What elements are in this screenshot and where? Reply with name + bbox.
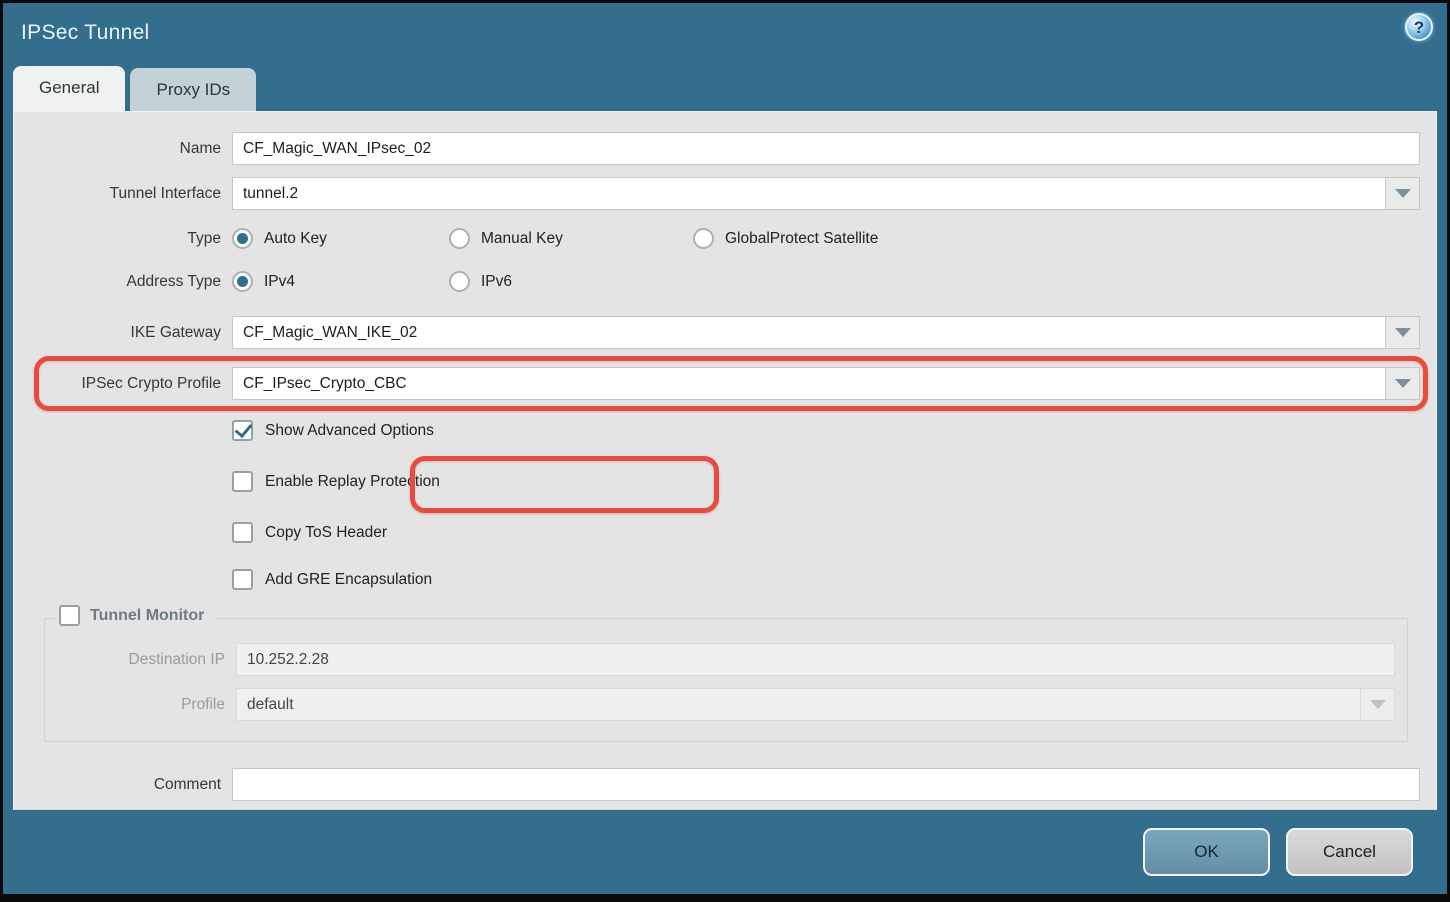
type-row: Type Auto Key Manual Key GlobalProtect S… <box>26 228 1420 249</box>
dialog-footer: OK Cancel <box>3 810 1447 894</box>
type-label: Type <box>26 230 221 248</box>
tunnel-monitor-checkbox[interactable] <box>59 605 80 626</box>
ike-gateway-row: IKE Gateway <box>26 316 1420 349</box>
comment-label: Comment <box>26 776 221 794</box>
radio-globalprotect-satellite[interactable]: GlobalProtect Satellite <box>693 228 878 249</box>
copy-tos-header-row: Copy ToS Header <box>232 522 1420 543</box>
radio-ipv6[interactable]: IPv6 <box>449 271 512 292</box>
monitor-profile-row: Profile <box>45 688 1407 721</box>
tunnel-interface-input[interactable] <box>233 178 1385 209</box>
tunnel-interface-dropdown-button[interactable] <box>1385 178 1419 209</box>
comment-row: Comment <box>26 768 1420 801</box>
monitor-profile-input <box>237 689 1360 720</box>
radio-manual-key-control[interactable] <box>449 228 470 249</box>
chevron-down-icon <box>1370 700 1386 709</box>
chevron-down-icon <box>1395 189 1411 198</box>
enable-replay-protection-checkbox[interactable] <box>232 471 253 492</box>
chevron-down-icon <box>1395 379 1411 388</box>
general-tab-panel: Name Tunnel Interface Type <box>13 111 1437 810</box>
address-type-row: Address Type IPv4 IPv6 <box>26 271 1420 292</box>
show-advanced-options-row: Show Advanced Options <box>232 420 1420 441</box>
radio-globalprotect-satellite-control[interactable] <box>693 228 714 249</box>
add-gre-encapsulation-row: Add GRE Encapsulation <box>232 569 1420 590</box>
dialog-titlebar: IPSec Tunnel ? <box>3 3 1447 63</box>
ike-gateway-input[interactable] <box>233 317 1385 348</box>
ipsec-crypto-profile-dropdown-button[interactable] <box>1385 368 1419 399</box>
radio-ipv6-control[interactable] <box>449 271 470 292</box>
monitor-profile-dropdown-button <box>1360 689 1394 720</box>
tab-bar: General Proxy IDs <box>3 63 1447 111</box>
name-label: Name <box>26 140 221 158</box>
ipsec-crypto-profile-label: IPSec Crypto Profile <box>26 375 221 393</box>
copy-tos-header-checkbox[interactable] <box>232 522 253 543</box>
tunnel-interface-label: Tunnel Interface <box>26 185 221 203</box>
tunnel-interface-row: Tunnel Interface <box>26 177 1420 210</box>
ike-gateway-label: IKE Gateway <box>26 324 221 342</box>
monitor-profile-label: Profile <box>45 696 225 714</box>
ok-button[interactable]: OK <box>1143 828 1270 876</box>
radio-ipv4-control[interactable] <box>232 271 253 292</box>
name-row: Name <box>26 132 1420 165</box>
help-icon[interactable]: ? <box>1405 13 1433 41</box>
ipsec-tunnel-dialog: IPSec Tunnel ? General Proxy IDs Name Tu… <box>0 0 1450 902</box>
name-input[interactable] <box>232 132 1420 165</box>
cancel-button[interactable]: Cancel <box>1286 828 1413 876</box>
address-type-label: Address Type <box>26 273 221 291</box>
ipsec-crypto-profile-input[interactable] <box>233 368 1385 399</box>
dialog-title: IPSec Tunnel <box>21 21 150 45</box>
help-icon-glyph: ? <box>1414 19 1424 36</box>
comment-input[interactable] <box>232 768 1420 801</box>
radio-auto-key-control[interactable] <box>232 228 253 249</box>
ipsec-crypto-profile-row: IPSec Crypto Profile <box>26 367 1420 400</box>
destination-ip-label: Destination IP <box>45 651 225 669</box>
tab-general[interactable]: General <box>13 66 125 111</box>
tab-proxy-ids[interactable]: Proxy IDs <box>130 68 256 111</box>
radio-ipv4[interactable]: IPv4 <box>232 271 449 292</box>
show-advanced-options-checkbox[interactable] <box>232 420 253 441</box>
tunnel-monitor-legend: Tunnel Monitor <box>57 605 214 626</box>
radio-manual-key[interactable]: Manual Key <box>449 228 693 249</box>
add-gre-encapsulation-checkbox[interactable] <box>232 569 253 590</box>
ike-gateway-dropdown-button[interactable] <box>1385 317 1419 348</box>
tunnel-monitor-group: Tunnel Monitor Destination IP Profile <box>44 618 1408 742</box>
radio-auto-key[interactable]: Auto Key <box>232 228 449 249</box>
destination-ip-input <box>236 643 1395 676</box>
chevron-down-icon <box>1395 328 1411 337</box>
enable-replay-protection-row: Enable Replay Protection <box>232 471 1420 492</box>
destination-ip-row: Destination IP <box>45 643 1407 676</box>
red-highlight-annotation <box>410 456 719 513</box>
